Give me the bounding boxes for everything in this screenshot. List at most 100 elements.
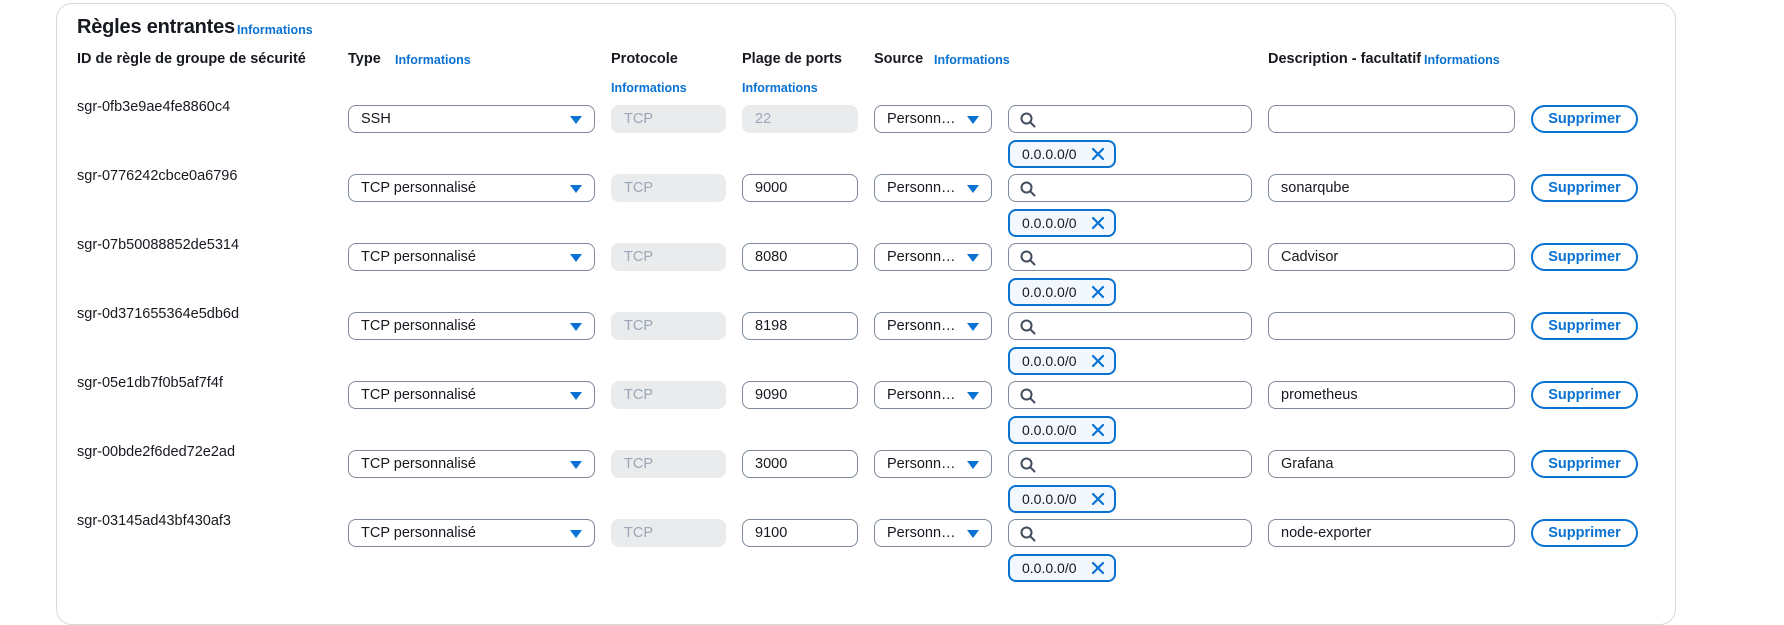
source-select-value: Personn… — [887, 456, 956, 472]
source-search-input[interactable] — [1008, 243, 1252, 271]
source-search-input[interactable] — [1008, 450, 1252, 478]
delete-button[interactable]: Supprimer — [1531, 519, 1638, 547]
type-select[interactable]: TCP personnalisé — [348, 312, 595, 340]
type-select-value: TCP personnalisé — [361, 456, 476, 472]
cidr-token: 0.0.0.0/0 — [1008, 209, 1116, 237]
description-input[interactable] — [1268, 105, 1515, 133]
type-select-value: TCP personnalisé — [361, 387, 476, 403]
port-range-input[interactable]: 8080 — [742, 243, 858, 271]
rule-id: sgr-0fb3e9ae4fe8860c4 — [77, 99, 231, 115]
port-range-info-link[interactable]: Informations — [742, 81, 818, 95]
source-select[interactable]: Personn… — [874, 174, 992, 202]
type-select[interactable]: TCP personnalisé — [348, 243, 595, 271]
close-icon[interactable] — [1091, 147, 1105, 161]
source-select[interactable]: Personn… — [874, 381, 992, 409]
protocol-info-link[interactable]: Informations — [611, 81, 687, 95]
close-icon[interactable] — [1091, 354, 1105, 368]
source-select-value: Personn… — [887, 249, 956, 265]
rule-row: sgr-03145ad43bf430af3 TCP personnalisé TCP… — [0, 0, 1784, 582]
description-input[interactable]: node-exporter — [1268, 519, 1515, 547]
cidr-token-label: 0.0.0.0/0 — [1022, 284, 1077, 300]
caret-down-icon — [967, 461, 979, 469]
source-search-input[interactable] — [1008, 312, 1252, 340]
cidr-token: 0.0.0.0/0 — [1008, 416, 1116, 444]
source-select-value: Personn… — [887, 180, 956, 196]
caret-down-icon — [967, 116, 979, 124]
type-select-value: TCP personnalisé — [361, 249, 476, 265]
protocol-field: TCP — [611, 105, 726, 133]
source-search-input[interactable] — [1008, 105, 1252, 133]
type-select[interactable]: TCP personnalisé — [348, 381, 595, 409]
cidr-token: 0.0.0.0/0 — [1008, 278, 1116, 306]
protocol-field: TCP — [611, 450, 726, 478]
port-range-input[interactable]: 9100 — [742, 519, 858, 547]
search-icon — [1020, 112, 1036, 128]
type-select[interactable]: TCP personnalisé — [348, 519, 595, 547]
cidr-token-label: 0.0.0.0/0 — [1022, 215, 1077, 231]
protocol-field: TCP — [611, 381, 726, 409]
cidr-token-label: 0.0.0.0/0 — [1022, 146, 1077, 162]
search-icon — [1020, 181, 1036, 197]
source-select[interactable]: Personn… — [874, 243, 992, 271]
port-range-input[interactable]: 9090 — [742, 381, 858, 409]
caret-down-icon — [570, 392, 582, 400]
caret-down-icon — [570, 116, 582, 124]
caret-down-icon — [967, 323, 979, 331]
delete-button[interactable]: Supprimer — [1531, 312, 1638, 340]
protocol-field: TCP — [611, 174, 726, 202]
delete-button[interactable]: Supprimer — [1531, 450, 1638, 478]
type-select[interactable]: TCP personnalisé — [348, 174, 595, 202]
port-range-input: 22 — [742, 105, 858, 133]
search-icon — [1020, 526, 1036, 542]
source-select-value: Personn… — [887, 111, 956, 127]
type-select[interactable]: TCP personnalisé — [348, 450, 595, 478]
source-search-input[interactable] — [1008, 519, 1252, 547]
search-icon — [1020, 457, 1036, 473]
description-input[interactable]: Cadvisor — [1268, 243, 1515, 271]
delete-button[interactable]: Supprimer — [1531, 243, 1638, 271]
delete-button[interactable]: Supprimer — [1531, 174, 1638, 202]
source-select[interactable]: Personn… — [874, 519, 992, 547]
port-range-input[interactable]: 3000 — [742, 450, 858, 478]
cidr-token: 0.0.0.0/0 — [1008, 554, 1116, 582]
caret-down-icon — [967, 530, 979, 538]
type-select-value: SSH — [361, 111, 391, 127]
source-search-input[interactable] — [1008, 381, 1252, 409]
close-icon[interactable] — [1091, 423, 1105, 437]
description-input[interactable] — [1268, 312, 1515, 340]
source-select-value: Personn… — [887, 387, 956, 403]
port-range-input[interactable]: 8198 — [742, 312, 858, 340]
source-select[interactable]: Personn… — [874, 312, 992, 340]
caret-down-icon — [570, 185, 582, 193]
caret-down-icon — [570, 323, 582, 331]
description-input[interactable]: sonarqube — [1268, 174, 1515, 202]
source-select[interactable]: Personn… — [874, 450, 992, 478]
search-icon — [1020, 250, 1036, 266]
delete-button[interactable]: Supprimer — [1531, 105, 1638, 133]
caret-down-icon — [967, 392, 979, 400]
protocol-field: TCP — [611, 243, 726, 271]
source-select-value: Personn… — [887, 525, 956, 541]
rule-id: sgr-03145ad43bf430af3 — [77, 513, 231, 529]
close-icon[interactable] — [1091, 216, 1105, 230]
cidr-token-label: 0.0.0.0/0 — [1022, 560, 1077, 576]
type-select[interactable]: SSH — [348, 105, 595, 133]
description-input[interactable]: Grafana — [1268, 450, 1515, 478]
port-range-input[interactable]: 9000 — [742, 174, 858, 202]
rule-id: sgr-05e1db7f0b5af7f4f — [77, 375, 223, 391]
cidr-token-label: 0.0.0.0/0 — [1022, 353, 1077, 369]
description-input[interactable]: prometheus — [1268, 381, 1515, 409]
type-select-value: TCP personnalisé — [361, 180, 476, 196]
rule-id: sgr-0d371655364e5db6d — [77, 306, 240, 322]
delete-button[interactable]: Supprimer — [1531, 381, 1638, 409]
source-search-input[interactable] — [1008, 174, 1252, 202]
rule-id: sgr-0776242cbce0a6796 — [77, 168, 238, 184]
cidr-token: 0.0.0.0/0 — [1008, 347, 1116, 375]
close-icon[interactable] — [1091, 285, 1105, 299]
caret-down-icon — [570, 530, 582, 538]
close-icon[interactable] — [1091, 561, 1105, 575]
close-icon[interactable] — [1091, 492, 1105, 506]
protocol-field: TCP — [611, 312, 726, 340]
cidr-token: 0.0.0.0/0 — [1008, 140, 1116, 168]
source-select[interactable]: Personn… — [874, 105, 992, 133]
